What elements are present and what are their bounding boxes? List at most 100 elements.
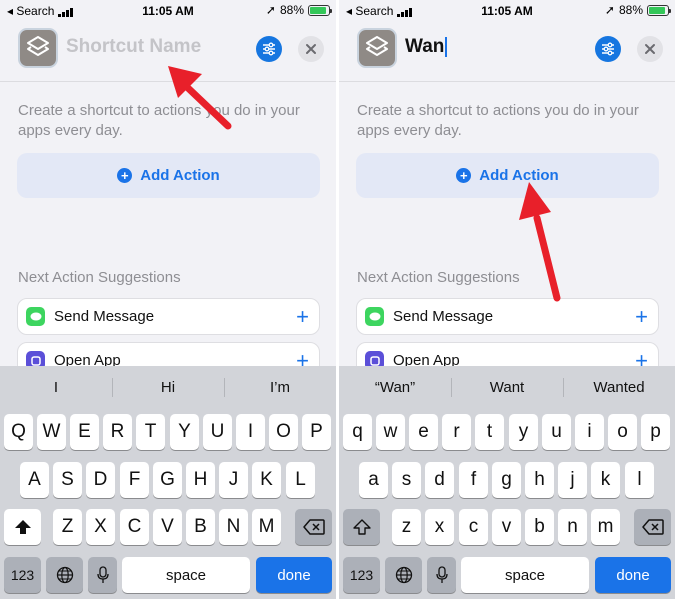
add-suggestion-plus-icon[interactable]: + [635, 305, 648, 327]
backspace-icon [302, 519, 325, 535]
key-o[interactable]: O [269, 414, 298, 450]
key-g[interactable]: G [153, 462, 182, 498]
key-j[interactable]: J [219, 462, 248, 498]
key-s[interactable]: S [53, 462, 82, 498]
key-c[interactable]: c [459, 509, 488, 545]
key-r[interactable]: r [442, 414, 471, 450]
shift-key[interactable] [4, 509, 41, 545]
space-key[interactable]: space [122, 557, 250, 593]
key-l[interactable]: l [625, 462, 654, 498]
key-l[interactable]: L [286, 462, 315, 498]
key-s[interactable]: s [392, 462, 421, 498]
text-cursor [445, 36, 448, 57]
key-b[interactable]: b [525, 509, 554, 545]
key-o[interactable]: o [608, 414, 637, 450]
prediction-1[interactable]: “Wan” [339, 366, 451, 409]
key-e[interactable]: e [409, 414, 438, 450]
shortcut-name-input[interactable]: Shortcut Name [66, 36, 201, 58]
key-a[interactable]: A [20, 462, 49, 498]
key-p[interactable]: p [641, 414, 670, 450]
key-t[interactable]: T [136, 414, 165, 450]
suggestion-send-message[interactable]: Send Message + [17, 298, 320, 335]
settings-button[interactable] [595, 36, 621, 62]
key-v[interactable]: V [153, 509, 182, 545]
key-b[interactable]: B [186, 509, 215, 545]
prediction-3[interactable]: I’m [224, 366, 336, 409]
sliders-icon [263, 42, 275, 56]
shift-outline-icon [352, 519, 371, 535]
key-m[interactable]: M [252, 509, 281, 545]
annotation-arrow-icon [168, 66, 232, 130]
backspace-key[interactable] [634, 509, 671, 545]
mic-key[interactable] [88, 557, 117, 593]
done-key[interactable]: done [256, 557, 332, 593]
key-u[interactable]: u [542, 414, 571, 450]
key-f[interactable]: F [120, 462, 149, 498]
key-y[interactable]: y [509, 414, 538, 450]
key-h[interactable]: H [186, 462, 215, 498]
add-action-label: Add Action [140, 167, 220, 184]
key-i[interactable]: I [236, 414, 265, 450]
settings-button[interactable] [256, 36, 282, 62]
key-f[interactable]: f [459, 462, 488, 498]
key-c[interactable]: C [120, 509, 149, 545]
key-d[interactable]: D [86, 462, 115, 498]
key-k[interactable]: K [252, 462, 281, 498]
key-r[interactable]: R [103, 414, 132, 450]
microphone-icon [96, 566, 109, 583]
keyboard: I Hi I’m Q W E R T Y U I O P A S D F G H… [0, 366, 336, 599]
plus-circle-icon: + [456, 168, 472, 183]
status-bar: ◂ Search 11:05 AM ➚ 88% [0, 0, 336, 22]
key-k[interactable]: k [591, 462, 620, 498]
key-z[interactable]: z [392, 509, 421, 545]
location-icon: ➚ [604, 3, 615, 17]
shortcut-name-input[interactable]: Wan [405, 36, 448, 58]
key-e[interactable]: E [70, 414, 99, 450]
key-m[interactable]: m [591, 509, 620, 545]
close-button[interactable] [298, 36, 324, 62]
shortcut-icon-button[interactable] [18, 28, 58, 68]
key-y[interactable]: Y [170, 414, 199, 450]
annotation-arrow-icon [519, 182, 561, 302]
prediction-2[interactable]: Want [451, 366, 563, 409]
prediction-3[interactable]: Wanted [563, 366, 675, 409]
key-j[interactable]: j [558, 462, 587, 498]
add-action-button[interactable]: + Add Action [17, 153, 320, 198]
key-z[interactable]: Z [53, 509, 82, 545]
key-n[interactable]: n [558, 509, 587, 545]
key-v[interactable]: v [492, 509, 521, 545]
done-key[interactable]: done [595, 557, 671, 593]
globe-key[interactable] [46, 557, 83, 593]
shift-key[interactable] [343, 509, 380, 545]
key-t[interactable]: t [475, 414, 504, 450]
mic-key[interactable] [427, 557, 456, 593]
key-u[interactable]: U [203, 414, 232, 450]
key-d[interactable]: d [425, 462, 454, 498]
backspace-key[interactable] [295, 509, 332, 545]
key-g[interactable]: g [492, 462, 521, 498]
close-button[interactable] [637, 36, 663, 62]
prediction-2[interactable]: Hi [112, 366, 224, 409]
battery-icon [308, 4, 332, 16]
prediction-1[interactable]: I [0, 366, 112, 409]
key-x[interactable]: x [425, 509, 454, 545]
numbers-key[interactable]: 123 [4, 557, 41, 593]
shortcut-icon-button[interactable] [357, 28, 397, 68]
key-q[interactable]: Q [4, 414, 33, 450]
battery-percent: 88% [618, 3, 643, 17]
add-suggestion-plus-icon[interactable]: + [296, 305, 309, 327]
key-a[interactable]: a [359, 462, 388, 498]
key-w[interactable]: w [376, 414, 405, 450]
key-x[interactable]: X [86, 509, 115, 545]
key-h[interactable]: h [525, 462, 554, 498]
numbers-key[interactable]: 123 [343, 557, 380, 593]
key-q[interactable]: q [343, 414, 372, 450]
shortcut-name-value: Wan [405, 36, 445, 57]
globe-key[interactable] [385, 557, 422, 593]
space-key[interactable]: space [461, 557, 589, 593]
key-n[interactable]: N [219, 509, 248, 545]
key-i[interactable]: i [575, 414, 604, 450]
key-p[interactable]: P [302, 414, 331, 450]
left-screen: ◂ Search 11:05 AM ➚ 88% Shortcut Name Cr… [0, 0, 336, 599]
key-w[interactable]: W [37, 414, 66, 450]
